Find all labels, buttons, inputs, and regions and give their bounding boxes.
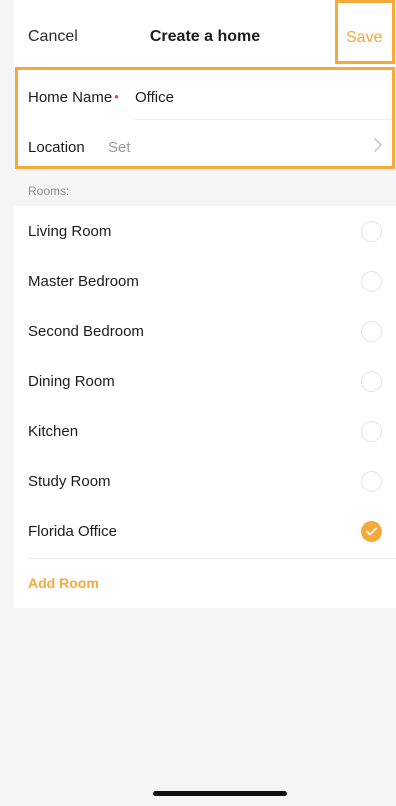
required-indicator: • (114, 89, 119, 104)
form-divider (135, 119, 392, 120)
room-item-kitchen[interactable]: Kitchen (14, 406, 396, 456)
add-room-button[interactable]: Add Room (28, 575, 99, 591)
room-item-florida-office[interactable]: Florida Office (14, 506, 396, 556)
checkmark-icon[interactable] (361, 521, 382, 542)
room-item-second-bedroom[interactable]: Second Bedroom (14, 306, 396, 356)
radio-icon[interactable] (361, 271, 382, 292)
rooms-list: Living Room Master Bedroom Second Bedroo… (14, 206, 396, 608)
cancel-button[interactable]: Cancel (28, 28, 78, 46)
room-name: Dining Room (28, 373, 115, 390)
radio-icon[interactable] (361, 421, 382, 442)
save-button[interactable]: Save (346, 29, 382, 47)
chevron-right-icon[interactable] (372, 137, 384, 153)
create-home-screen: Cancel Create a home Save Home Name • Off… (14, 0, 396, 806)
room-name: Kitchen (28, 423, 79, 440)
home-name-field[interactable]: Office (135, 89, 174, 106)
home-name-label-text: Home Name (28, 89, 113, 106)
home-name-label: Home Name • (28, 89, 119, 106)
radio-icon[interactable] (361, 471, 382, 492)
room-name: Master Bedroom (28, 273, 139, 290)
room-name: Florida Office (28, 523, 117, 540)
room-name: Living Room (28, 223, 112, 240)
location-field[interactable]: Set (108, 139, 131, 156)
rooms-section-header: Rooms: (14, 172, 396, 206)
radio-icon[interactable] (361, 221, 382, 242)
radio-icon[interactable] (361, 321, 382, 342)
rooms-section-label: Rooms: (28, 184, 70, 198)
room-item-master-bedroom[interactable]: Master Bedroom (14, 256, 396, 306)
room-item-dining-room[interactable]: Dining Room (14, 356, 396, 406)
home-indicator (153, 791, 287, 796)
room-item-living-room[interactable]: Living Room (14, 206, 396, 256)
list-divider (28, 558, 396, 559)
room-name: Second Bedroom (28, 323, 144, 340)
room-item-study-room[interactable]: Study Room (14, 456, 396, 506)
room-name: Study Room (28, 473, 111, 490)
radio-icon[interactable] (361, 371, 382, 392)
location-label: Location (28, 139, 85, 156)
